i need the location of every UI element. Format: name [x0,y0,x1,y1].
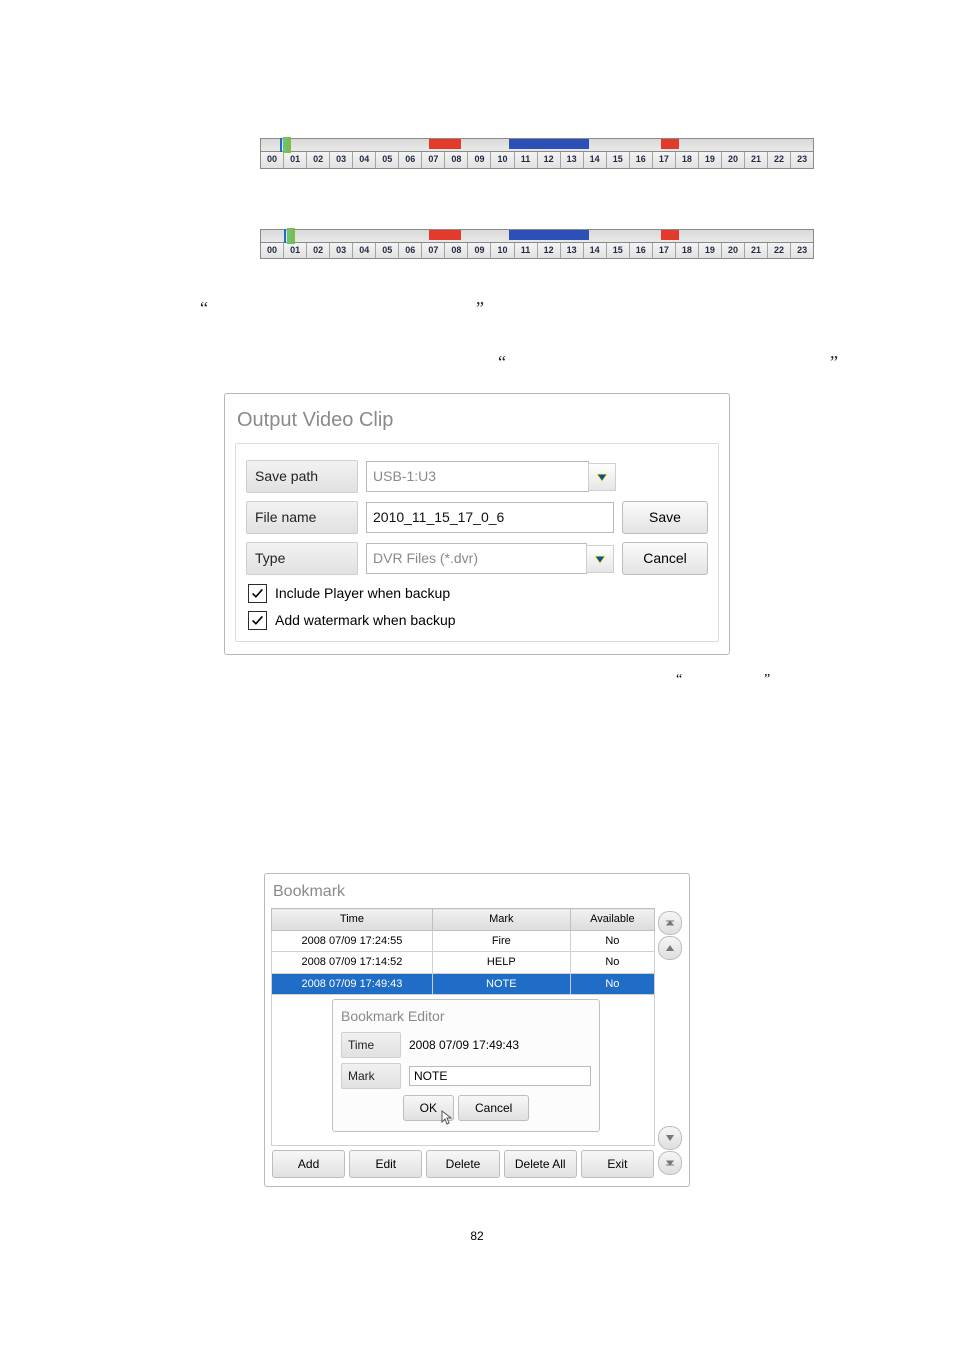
timeline-hour: 06 [399,243,422,259]
col-mark[interactable]: Mark [432,909,570,931]
timeline-hour: 03 [330,152,353,168]
timeline-hour: 16 [630,152,653,168]
timeline-hour: 15 [607,152,630,168]
timeline-hour: 00 [261,152,284,168]
scroll-bottom-icon[interactable] [658,1151,682,1175]
timeline-hour: 20 [722,152,745,168]
quote-row-3: “ ” [60,669,894,689]
scroll-top-icon[interactable] [658,911,682,935]
timeline-hour: 12 [538,243,561,259]
dialog-title: Output Video Clip [235,402,719,443]
include-player-checkbox[interactable] [248,584,267,603]
timeline-hour: 02 [307,243,330,259]
timeline-1-scale: 0001020304050607080910111213141516171819… [260,152,814,169]
timeline-hour: 08 [445,243,468,259]
col-time[interactable]: Time [272,909,433,931]
timeline-hour: 05 [376,152,399,168]
timeline-hour: 17 [653,152,676,168]
timeline-hour: 15 [607,243,630,259]
editor-mark-label: Mark [341,1063,401,1089]
timeline-hour: 03 [330,243,353,259]
save-path-field[interactable]: USB-1:U3 [366,461,589,492]
type-label: Type [246,542,358,575]
timeline-hour: 13 [561,243,584,259]
save-path-label: Save path [246,460,358,493]
type-dropdown-icon[interactable] [586,545,614,573]
bookmark-edit-button[interactable]: Edit [349,1150,422,1178]
timeline-hour: 20 [722,243,745,259]
timeline-hour: 10 [491,243,514,259]
file-name-field[interactable]: 2010_11_15_17_0_6 [366,502,614,533]
table-row[interactable]: 2008 07/09 17:24:55 Fire No [272,930,655,952]
add-watermark-label: Add watermark when backup [275,610,456,631]
table-row[interactable]: 2008 07/09 17:14:52 HELP No [272,952,655,974]
col-available[interactable]: Available [570,909,654,931]
cancel-button[interactable]: Cancel [622,542,708,575]
scroll-down-icon[interactable] [658,1126,682,1150]
timeline-hour: 04 [353,243,376,259]
page-number: 82 [60,1227,894,1245]
bookmark-delete-button[interactable]: Delete [426,1150,499,1178]
timeline-hour: 09 [468,243,491,259]
editor-mark-input[interactable] [409,1066,591,1086]
type-field[interactable]: DVR Files (*.dvr) [366,543,587,574]
timeline-hour: 11 [515,243,538,259]
file-name-label: File name [246,501,358,534]
add-watermark-checkbox[interactable] [248,611,267,630]
quote-row-2: “ ” [60,349,894,373]
table-row-selected[interactable]: 2008 07/09 17:49:43 NOTE No [272,973,655,995]
timeline-hour: 22 [768,152,791,168]
timeline-hour: 01 [284,152,307,168]
timeline-hour: 04 [353,152,376,168]
save-button[interactable]: Save [622,501,708,534]
timeline-hour: 02 [307,152,330,168]
timeline-hour: 13 [561,152,584,168]
timeline-2: 0001020304050607080910111213141516171819… [260,229,814,260]
timeline-hour: 00 [261,243,284,259]
timeline-hour: 06 [399,152,422,168]
timeline-hour: 22 [768,243,791,259]
timeline-hour: 21 [745,243,768,259]
timeline-hour: 19 [699,152,722,168]
timeline-hour: 11 [515,152,538,168]
timeline-hour: 16 [630,243,653,259]
timeline-hour: 21 [745,152,768,168]
bookmark-editor-title: Bookmark Editor [341,1006,591,1027]
timeline-hour: 18 [676,152,699,168]
timeline-hour: 17 [653,243,676,259]
timeline-hour: 07 [422,152,445,168]
timeline-hour: 18 [676,243,699,259]
timeline-hour: 23 [791,152,813,168]
timeline-hour: 08 [445,152,468,168]
timeline-hour: 19 [699,243,722,259]
bookmark-add-button[interactable]: Add [272,1150,345,1178]
bookmark-table: Time Mark Available 2008 07/09 17:24:55 … [271,908,655,995]
timeline-hour: 01 [284,243,307,259]
output-video-clip-dialog: Output Video Clip Save path USB-1:U3 Fil… [224,393,730,655]
timeline-hour: 10 [491,152,514,168]
timeline-hour: 14 [584,152,607,168]
timeline-1: 0001020304050607080910111213141516171819… [260,138,814,169]
bookmark-delete-all-button[interactable]: Delete All [504,1150,577,1178]
timeline-hour: 23 [791,243,813,259]
save-path-dropdown-icon[interactable] [588,463,616,491]
bookmark-exit-button[interactable]: Exit [581,1150,654,1178]
timeline-hour: 12 [538,152,561,168]
editor-time-value: 2008 07/09 17:49:43 [409,1036,519,1054]
bookmark-dialog: Bookmark Time Mark Available 2008 07/09 … [264,873,690,1187]
timeline-hour: 05 [376,243,399,259]
bookmark-title: Bookmark [271,880,683,908]
editor-time-label: Time [341,1032,401,1058]
timeline-hour: 07 [422,243,445,259]
timeline-hour: 09 [468,152,491,168]
scroll-up-icon[interactable] [658,936,682,960]
cursor-icon [440,1109,456,1125]
editor-cancel-button[interactable]: Cancel [458,1095,529,1121]
quote-row-1: “ ” [60,295,894,319]
timeline-hour: 14 [584,243,607,259]
include-player-label: Include Player when backup [275,583,450,604]
bookmark-editor-dialog: Bookmark Editor Time 2008 07/09 17:49:43… [332,999,600,1132]
timeline-2-scale: 0001020304050607080910111213141516171819… [260,243,814,260]
